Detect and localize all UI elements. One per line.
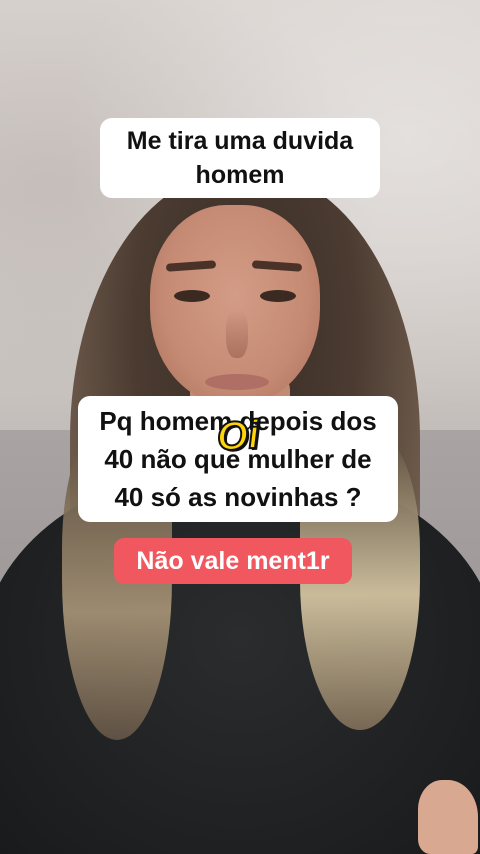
right-eye xyxy=(260,290,296,302)
left-eye xyxy=(174,290,210,302)
caption-line: homem xyxy=(195,161,285,189)
caption-line: 40 só as novinhas ? xyxy=(114,482,362,512)
oi-sticker: Oi xyxy=(214,412,261,461)
nose xyxy=(226,310,248,358)
person-hand xyxy=(418,780,478,854)
lips xyxy=(205,374,269,390)
caption-warning: Não vale ment1r xyxy=(114,538,352,584)
video-frame: Me tira uma duvida homem Pq homem depois… xyxy=(0,0,480,854)
caption-question-intro: Me tira uma duvida homem xyxy=(100,118,380,198)
caption-line: Me tira uma duvida xyxy=(126,127,354,155)
